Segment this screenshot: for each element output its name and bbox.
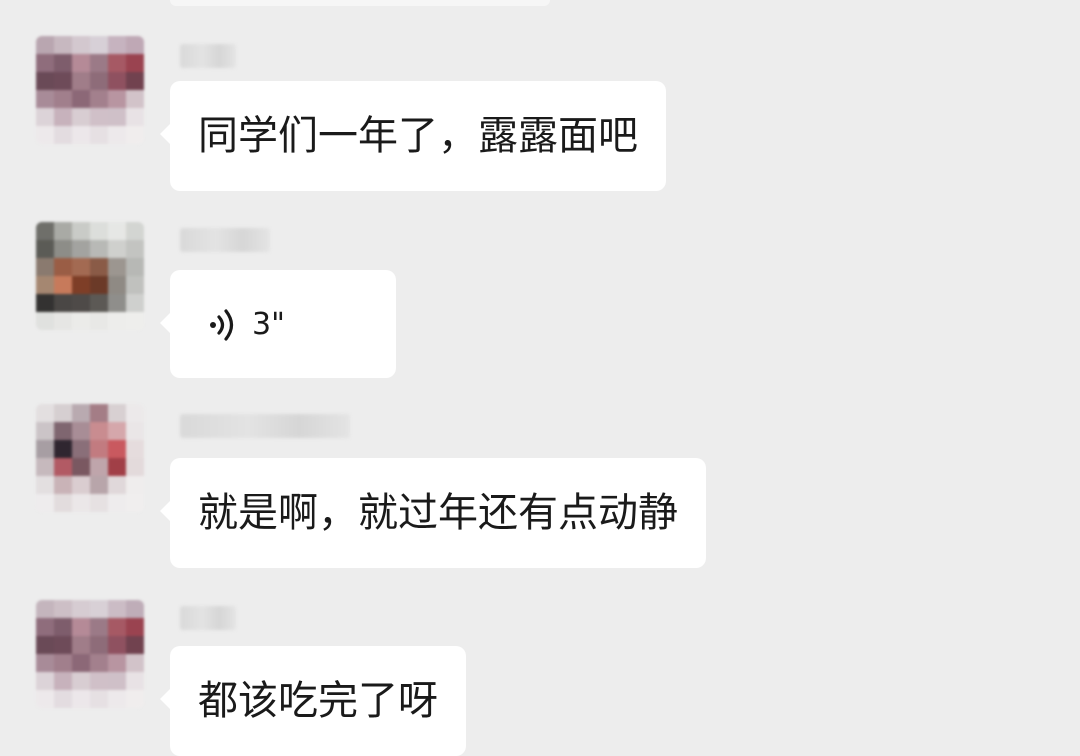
sender-name-blurred bbox=[180, 44, 236, 68]
avatar[interactable] bbox=[36, 404, 144, 512]
chat-thread: 同学们一年了，露露面吧 3" 就是啊，就过年还有点动静 都该吃完了呀 bbox=[0, 0, 1080, 756]
message-text: 同学们一年了，露露面吧 bbox=[198, 113, 638, 159]
avatar[interactable] bbox=[36, 36, 144, 144]
message-bubble[interactable]: 就是啊，就过年还有点动静 bbox=[160, 458, 706, 568]
message-bubble[interactable]: 同学们一年了，露露面吧 bbox=[160, 81, 666, 191]
voice-message-bubble[interactable]: 3" bbox=[160, 270, 396, 378]
message-text: 都该吃完了呀 bbox=[198, 678, 438, 724]
message-text: 就是啊，就过年还有点动静 bbox=[198, 490, 678, 536]
previous-message-edge bbox=[170, 0, 550, 6]
sender-name-blurred bbox=[180, 228, 270, 252]
message-bubble[interactable]: 都该吃完了呀 bbox=[160, 646, 466, 756]
voice-duration: 3" bbox=[252, 307, 285, 342]
avatar[interactable] bbox=[36, 600, 144, 708]
sender-name-blurred bbox=[180, 414, 350, 438]
avatar[interactable] bbox=[36, 222, 144, 330]
voice-message-icon bbox=[210, 309, 234, 341]
sender-name-blurred bbox=[180, 606, 236, 630]
